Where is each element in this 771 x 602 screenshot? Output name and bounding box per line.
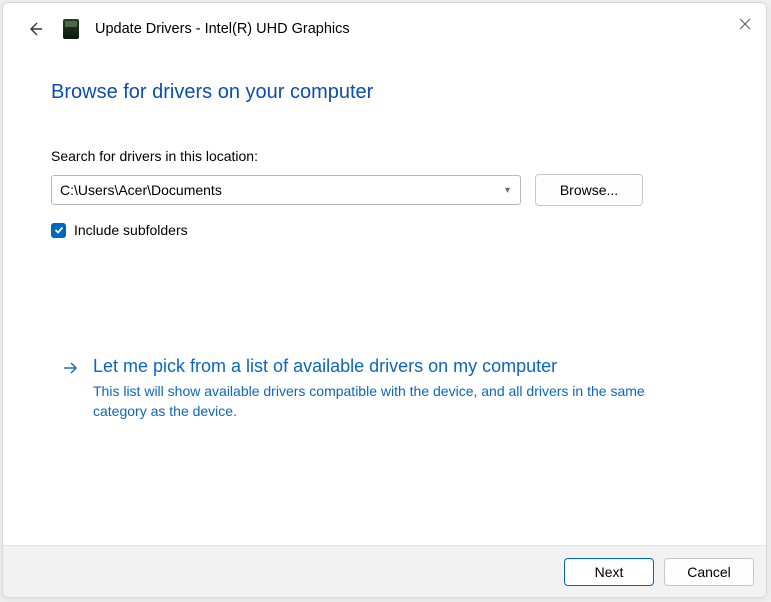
content-area: Browse for drivers on your computer Sear…: [3, 41, 766, 545]
back-button[interactable]: [23, 17, 47, 41]
browse-button[interactable]: Browse...: [535, 174, 643, 206]
window-title: Update Drivers - Intel(R) UHD Graphics: [95, 21, 350, 37]
include-subfolders-checkbox[interactable]: [51, 223, 66, 238]
path-combobox[interactable]: C:\Users\Acer\Documents ▾: [51, 175, 521, 205]
pick-text-wrap: Let me pick from a list of available dri…: [93, 356, 718, 422]
include-subfolders-label[interactable]: Include subfolders: [74, 222, 188, 238]
checkmark-icon: [54, 225, 64, 235]
close-icon: [739, 18, 751, 30]
pick-option-title: Let me pick from a list of available dri…: [93, 356, 698, 377]
chevron-down-icon[interactable]: ▾: [503, 183, 512, 198]
path-row: C:\Users\Acer\Documents ▾ Browse...: [51, 174, 718, 206]
footer: Next Cancel: [3, 545, 766, 597]
arrow-left-icon: [27, 21, 43, 37]
header-row: Update Drivers - Intel(R) UHD Graphics: [3, 3, 766, 41]
include-subfolders-row: Include subfolders: [51, 222, 718, 238]
device-icon: [63, 19, 79, 39]
pick-from-list-option[interactable]: Let me pick from a list of available dri…: [51, 356, 718, 422]
path-value: C:\Users\Acer\Documents: [60, 182, 503, 198]
pick-option-description: This list will show available drivers co…: [93, 381, 698, 422]
page-heading: Browse for drivers on your computer: [51, 81, 718, 104]
cancel-button[interactable]: Cancel: [664, 558, 754, 586]
arrow-right-icon: [63, 356, 79, 422]
search-location-label: Search for drivers in this location:: [51, 148, 718, 164]
close-button[interactable]: [738, 17, 752, 31]
next-button[interactable]: Next: [564, 558, 654, 586]
update-drivers-dialog: Update Drivers - Intel(R) UHD Graphics B…: [2, 2, 767, 598]
